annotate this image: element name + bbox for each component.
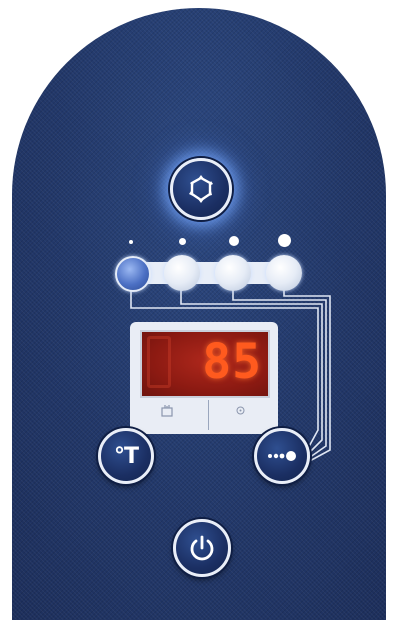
level-1-led (115, 256, 151, 292)
timer-icon (236, 405, 245, 418)
heater-icon (160, 404, 174, 421)
temperature-button[interactable]: °T (98, 428, 154, 484)
level-3-led (215, 255, 251, 291)
display-divider (208, 400, 209, 430)
display-value: 85 (202, 334, 262, 390)
dots-arrow-icon (268, 451, 296, 461)
temperature-label: °T (113, 443, 139, 469)
level-4-led (266, 255, 302, 291)
power-button[interactable] (173, 519, 231, 577)
level-2-led (164, 255, 200, 291)
more-button[interactable] (254, 428, 310, 484)
power-icon (190, 535, 214, 561)
